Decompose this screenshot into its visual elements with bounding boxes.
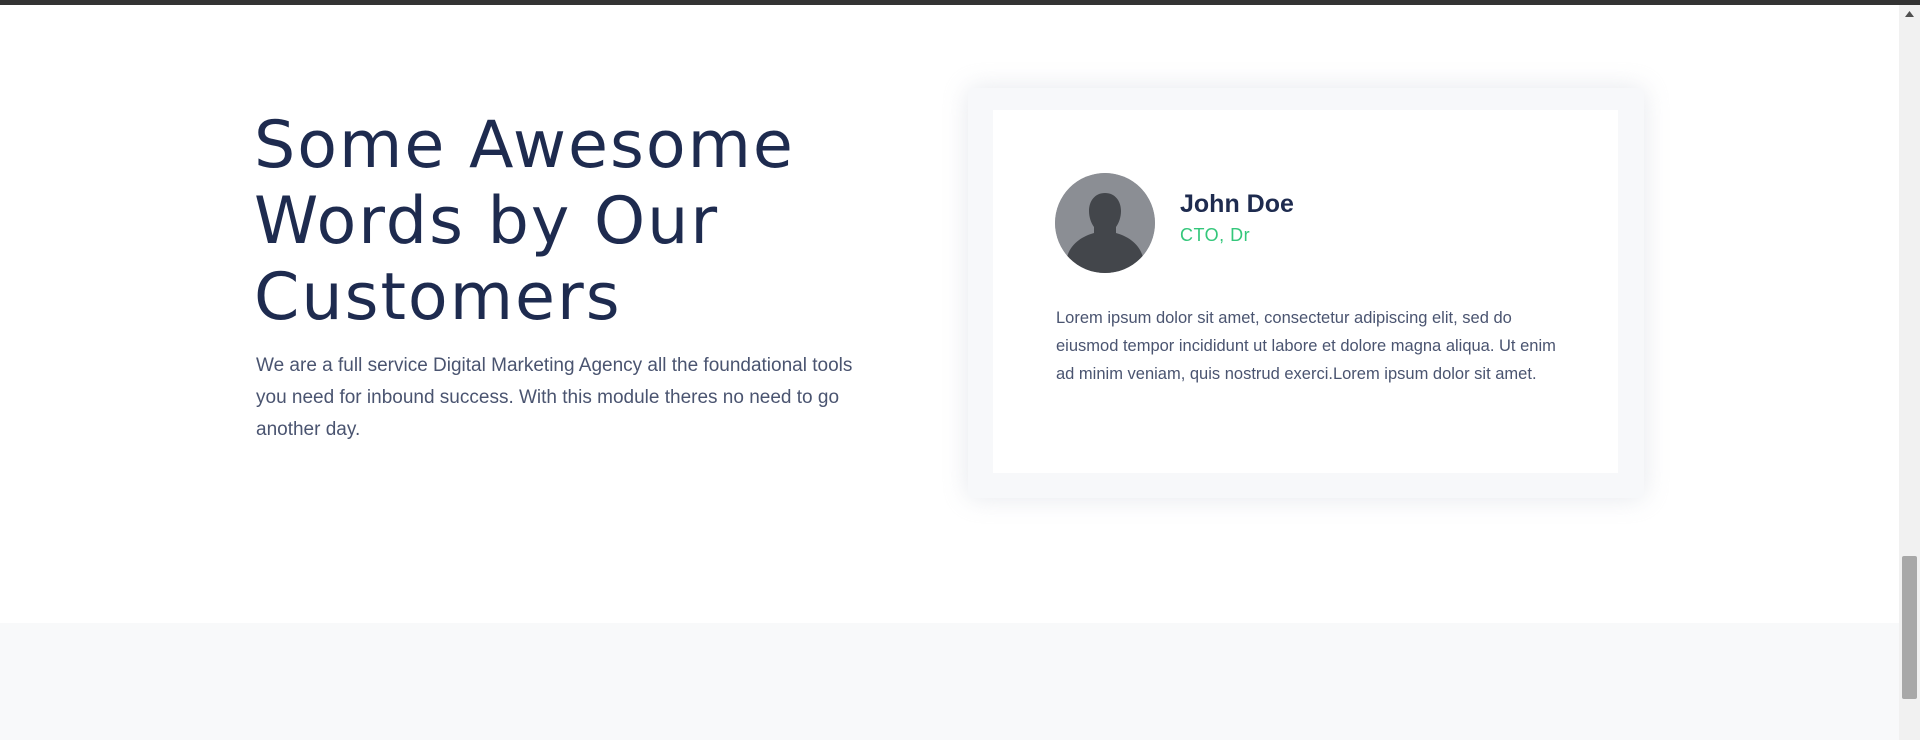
scroll-up-arrow-icon[interactable] (1899, 5, 1920, 22)
page: Some Awesome Words by Our Customers We a… (0, 0, 1920, 740)
testimonial-card (993, 110, 1618, 473)
testimonial-author-role: CTO, Dr (1180, 225, 1251, 245)
vertical-scrollbar[interactable] (1899, 5, 1920, 740)
testimonial-author-name: John Doe (1180, 190, 1294, 218)
section-heading: Some Awesome Words by Our Customers (254, 108, 795, 335)
testimonial-quote: Lorem ipsum dolor sit amet, consectetur … (1056, 309, 1556, 383)
scrollbar-thumb[interactable] (1902, 556, 1917, 699)
section-description: We are a full service Digital Marketing … (256, 355, 853, 440)
avatar (1055, 173, 1155, 273)
person-silhouette-icon (1055, 173, 1155, 273)
next-section (0, 623, 1899, 740)
